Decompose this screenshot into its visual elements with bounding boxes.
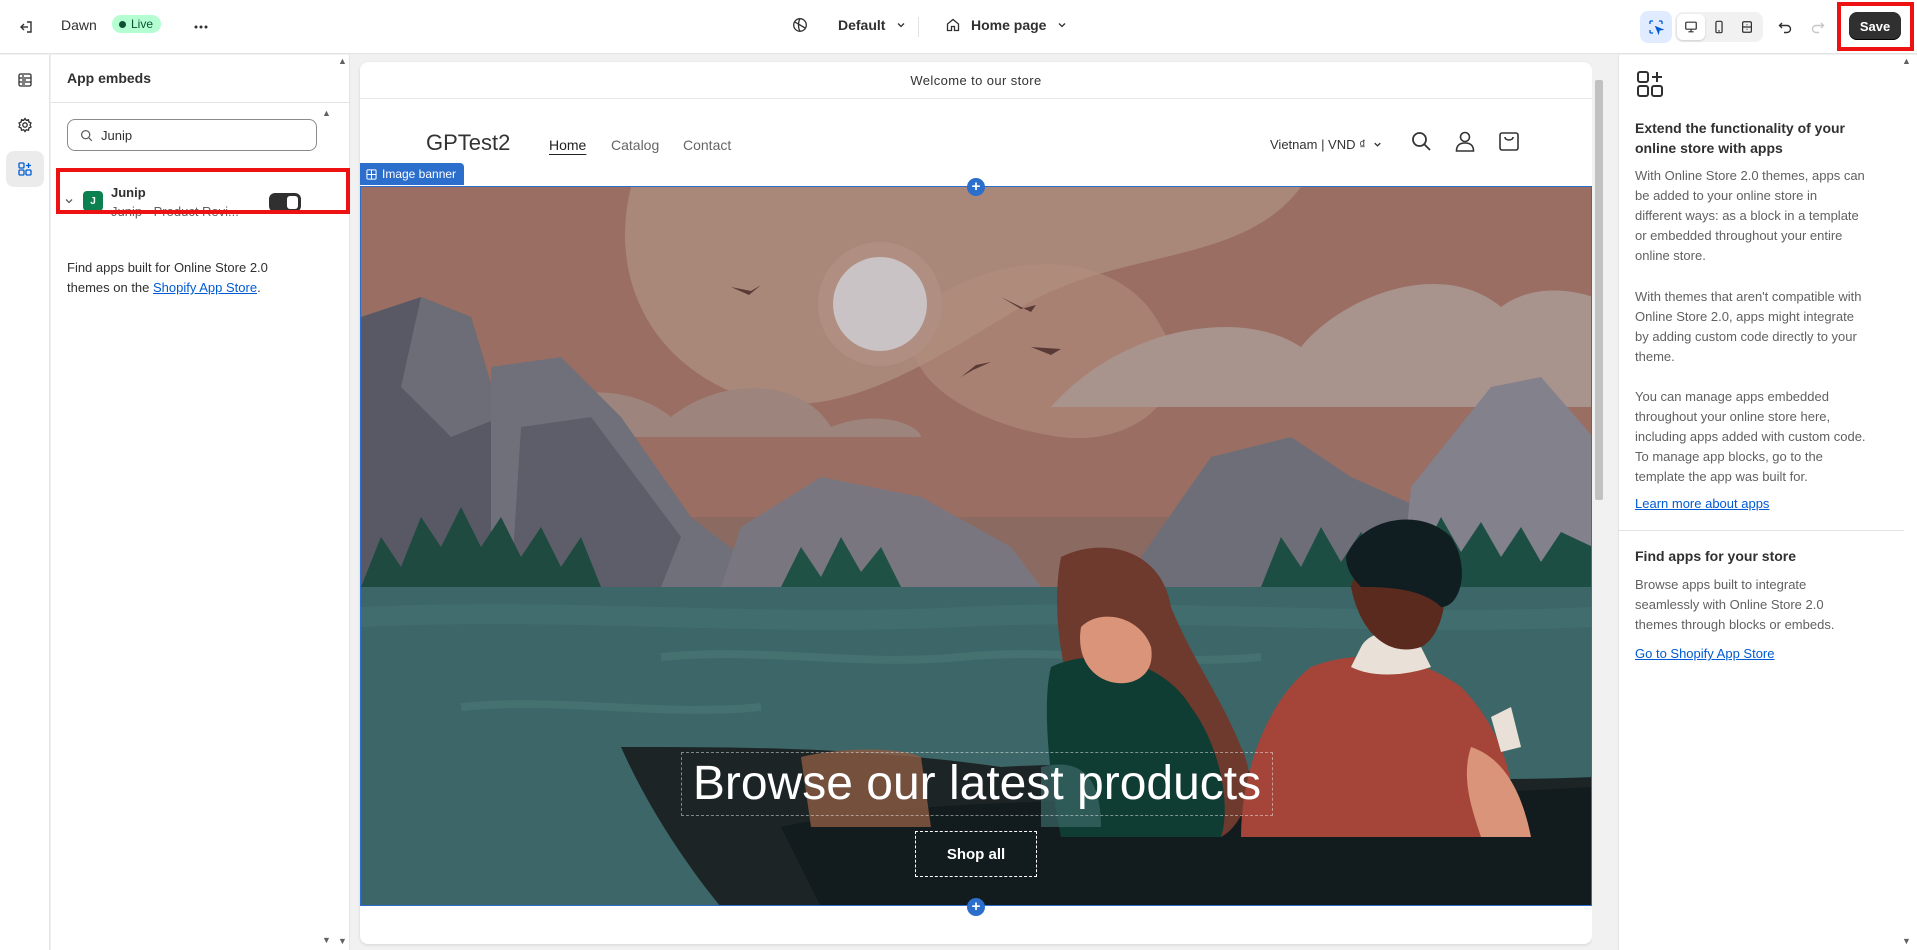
nav-catalog[interactable]: Catalog — [611, 137, 659, 153]
shop-all-button[interactable]: Shop all — [915, 831, 1037, 877]
globe-icon — [793, 18, 807, 32]
cart-icon[interactable] — [1498, 130, 1520, 152]
announcement-bar: Welcome to our store — [360, 62, 1592, 99]
live-label: Live — [131, 17, 154, 31]
top-bar: Dawn Live Default Home page Save — [0, 0, 1917, 54]
app-embed-toggle[interactable] — [269, 193, 301, 212]
scroll-up-icon[interactable]: ▲ — [322, 108, 331, 118]
device-toggle-group — [1675, 12, 1763, 42]
home-icon — [946, 18, 960, 32]
add-section-icon[interactable]: + — [967, 898, 985, 916]
redo-icon[interactable] — [1802, 11, 1834, 43]
live-badge: Live — [112, 15, 162, 33]
section-tag-label: Image banner — [382, 167, 457, 181]
app-description: Junip - Product Revi... — [111, 204, 239, 219]
image-section-icon — [366, 168, 377, 180]
search-icon[interactable] — [1410, 130, 1432, 152]
search-input[interactable] — [101, 127, 301, 143]
exit-icon[interactable] — [10, 11, 42, 43]
nav-home[interactable]: Home — [549, 137, 586, 153]
section-tag[interactable]: Image banner — [360, 163, 465, 185]
sidebar-rail — [0, 55, 50, 950]
preview-scrollbar[interactable] — [1592, 62, 1606, 944]
page-select-label: Home page — [971, 17, 1047, 33]
more-icon[interactable] — [185, 11, 217, 43]
scroll-down-icon[interactable]: ▼ — [1902, 936, 1911, 946]
currency-label: Vietnam | VND ₫ — [1270, 137, 1366, 152]
chevron-down-icon — [1059, 23, 1066, 28]
sections-icon — [18, 73, 32, 87]
chevron-down-icon — [897, 23, 905, 28]
inspector-icon[interactable] — [1640, 11, 1672, 43]
search-field[interactable] — [67, 119, 317, 151]
info-panel: Extend the functionality of your online … — [1618, 55, 1917, 950]
scroll-down-icon[interactable]: ▼ — [322, 935, 331, 945]
learn-more-link[interactable]: Learn more about apps — [1635, 496, 1769, 511]
sidebar-item-settings[interactable] — [6, 107, 44, 143]
app-embeds-panel: App embeds ▲ J Junip Junip - Product Rev… — [51, 55, 350, 950]
settings-icon — [18, 117, 32, 133]
store-logo[interactable]: GPTest2 — [426, 130, 510, 156]
apps-icon — [1637, 71, 1663, 97]
live-dot-icon — [119, 20, 126, 28]
info-paragraph: You can manage apps embedded throughout … — [1635, 389, 1866, 484]
sidebar-item-sections[interactable] — [6, 62, 44, 98]
chevron-down-icon[interactable] — [63, 195, 75, 207]
fullwidth-icon[interactable] — [1733, 14, 1761, 40]
info-paragraph: With Online Store 2.0 themes, apps can b… — [1635, 168, 1865, 263]
nav-contact[interactable]: Contact — [683, 137, 731, 153]
go-to-app-store-link[interactable]: Go to Shopify App Store — [1635, 646, 1774, 661]
scroll-down-icon[interactable]: ▼ — [338, 936, 347, 946]
image-banner[interactable]: Browse our latest products Shop all — [360, 186, 1592, 906]
divider — [1619, 530, 1904, 531]
mobile-icon[interactable] — [1705, 14, 1733, 40]
help-text: Find apps built for Online Store 2.0 the… — [67, 258, 307, 298]
junip-logo-icon: J — [83, 191, 103, 211]
divider — [51, 102, 350, 103]
info-heading: Find apps for your store — [1635, 548, 1797, 564]
account-icon[interactable] — [1454, 130, 1476, 152]
shopify-app-store-link[interactable]: Shopify App Store — [153, 280, 257, 295]
save-button[interactable]: Save — [1849, 12, 1901, 40]
divider — [918, 17, 919, 37]
undo-icon[interactable] — [1769, 11, 1801, 43]
page-select[interactable]: Home page — [945, 17, 1068, 33]
info-paragraph: Browse apps built to integrate seamlessl… — [1635, 577, 1835, 632]
store-preview[interactable]: Welcome to our store GPTest2 Home Catalo… — [360, 62, 1592, 944]
hero-title[interactable]: Browse our latest products — [681, 752, 1273, 816]
desktop-icon[interactable] — [1677, 14, 1705, 40]
help-suffix: . — [257, 280, 261, 295]
app-embed-item[interactable]: J Junip Junip - Product Revi... — [59, 177, 339, 227]
sidebar-item-apps[interactable] — [6, 151, 44, 187]
chevron-down-icon — [1374, 142, 1381, 147]
theme-select-label: Default — [838, 17, 886, 33]
panel-title: App embeds — [67, 70, 152, 86]
currency-selector[interactable]: Vietnam | VND ₫ — [1270, 137, 1383, 152]
info-heading: Extend the functionality of your online … — [1635, 120, 1846, 156]
app-name: Junip — [111, 185, 146, 200]
info-paragraph: With themes that aren't compatible with … — [1635, 289, 1862, 364]
toggle-knob — [287, 196, 298, 209]
scroll-up-icon[interactable]: ▲ — [1902, 56, 1911, 66]
theme-name: Dawn — [61, 17, 97, 33]
add-section-icon[interactable]: + — [967, 178, 985, 196]
apps-icon — [18, 162, 32, 176]
theme-select[interactable]: Default — [792, 17, 907, 33]
scroll-up-icon[interactable]: ▲ — [338, 56, 347, 66]
search-icon — [80, 129, 93, 141]
scrollbar-thumb[interactable] — [1595, 80, 1603, 500]
